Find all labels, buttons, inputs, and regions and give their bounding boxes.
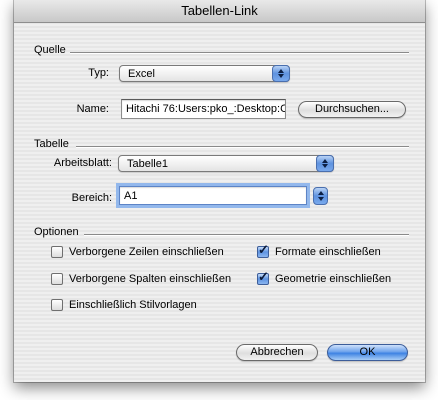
checkbox-styles[interactable] — [51, 299, 63, 311]
checkbox-geometry[interactable]: ✓ — [257, 269, 269, 285]
section-optionen-heading: Optionen — [34, 226, 79, 238]
checkbox-hidden-columns-label: Verborgene Spalten einschließen — [69, 273, 232, 285]
checkmark-icon: ✓ — [258, 242, 269, 257]
section-optionen-divider — [84, 234, 409, 236]
checkbox-formats-label: Formate einschließen — [275, 246, 381, 258]
type-popup-value: Excel — [128, 68, 155, 80]
range-field[interactable]: A1 — [119, 186, 307, 205]
window-title: Tabellen-Link — [181, 3, 258, 18]
section-tabelle-divider — [76, 146, 409, 148]
range-label: Bereich: — [71, 192, 112, 204]
ok-button[interactable]: OK — [327, 344, 408, 361]
section-quelle-divider — [70, 52, 409, 54]
section-quelle-heading: Quelle — [34, 44, 66, 56]
cancel-button[interactable]: Abbrechen — [236, 344, 318, 361]
popup-arrows-icon — [272, 65, 290, 82]
dialog-window: Tabellen-Link Quelle Typ: Excel Name: Hi… — [14, 0, 425, 382]
title-bar[interactable]: Tabellen-Link — [14, 0, 425, 23]
checkbox-hidden-rows-label: Verborgene Zeilen einschließen — [69, 246, 224, 258]
name-label: Name: — [76, 103, 109, 115]
sheet-label: Arbeitsblatt: — [53, 157, 112, 169]
checkbox-formats[interactable]: ✓ — [257, 242, 269, 258]
range-stepper-icon[interactable] — [313, 187, 328, 205]
name-field-value: Hitachi 76:Users:pko_:Desktop:C — [126, 103, 286, 115]
sheet-popup[interactable]: Tabelle1 — [118, 155, 334, 172]
range-field-value: A1 — [124, 190, 138, 202]
sheet-popup-value: Tabelle1 — [127, 158, 168, 170]
name-field[interactable]: Hitachi 76:Users:pko_:Desktop:C — [121, 99, 286, 119]
section-tabelle-heading: Tabelle — [34, 138, 69, 150]
checkbox-hidden-columns[interactable] — [51, 273, 63, 285]
browse-button[interactable]: Durchsuchen... — [298, 101, 406, 118]
checkbox-styles-label: Einschließlich Stilvorlagen — [69, 299, 197, 311]
checkbox-hidden-rows[interactable] — [51, 246, 63, 258]
checkbox-geometry-label: Geometrie einschließen — [275, 273, 392, 285]
popup-arrows-icon — [316, 155, 334, 172]
type-label: Typ: — [88, 67, 109, 79]
type-popup[interactable]: Excel — [119, 65, 290, 82]
checkmark-icon: ✓ — [258, 269, 269, 284]
